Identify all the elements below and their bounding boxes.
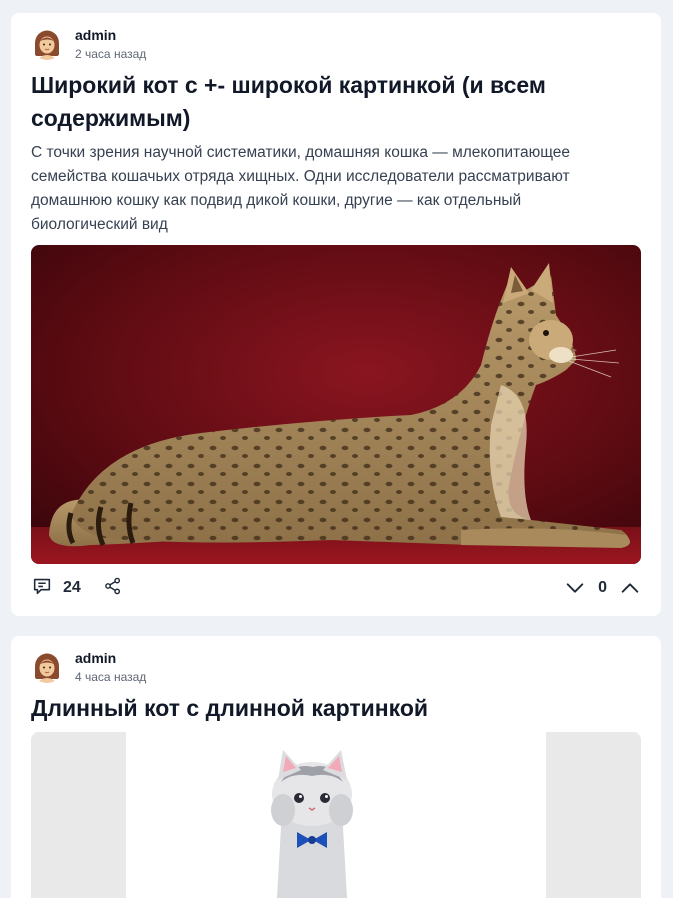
chevron-up-icon <box>621 583 639 593</box>
share-button[interactable] <box>103 576 123 601</box>
avatar[interactable] <box>31 651 63 683</box>
post-text: С точки зрения научной систематики, дома… <box>31 144 571 233</box>
avatar[interactable] <box>31 28 63 60</box>
post-card: admin 4 часа назад Длинный кот с длинной… <box>11 636 661 898</box>
post-actions: 24 0 <box>31 573 641 603</box>
comment-icon <box>31 575 53 602</box>
author-name[interactable]: admin <box>75 650 146 667</box>
post-feed: admin 2 часа назад Широкий кот с +- широ… <box>0 0 673 898</box>
plush-cat-toy-photo <box>31 732 641 898</box>
comments-count: 24 <box>63 579 81 596</box>
share-icon <box>103 576 123 601</box>
upvote-button[interactable] <box>619 577 641 599</box>
post-image[interactable] <box>31 245 641 564</box>
author-name[interactable]: admin <box>75 27 146 44</box>
post-card: admin 2 часа назад Широкий кот с +- широ… <box>11 13 661 616</box>
downvote-button[interactable] <box>564 577 586 599</box>
post-author[interactable]: admin 2 часа назад <box>31 26 146 62</box>
post-image[interactable] <box>31 732 641 898</box>
savannah-cat-photo <box>31 245 641 564</box>
post-author[interactable]: admin 4 часа назад <box>31 649 146 685</box>
vote-controls: 0 <box>564 577 641 599</box>
post-title[interactable]: Длинный кот с длинной картинкой <box>31 692 641 725</box>
post-timestamp: 2 часа назад <box>75 46 147 61</box>
post-title[interactable]: Широкий кот с +- широкой картинкой (и вс… <box>31 69 641 135</box>
comments-button[interactable]: 24 <box>31 575 81 602</box>
chevron-down-icon <box>566 583 584 593</box>
post-timestamp: 4 часа назад <box>75 669 147 684</box>
vote-count: 0 <box>598 579 607 596</box>
